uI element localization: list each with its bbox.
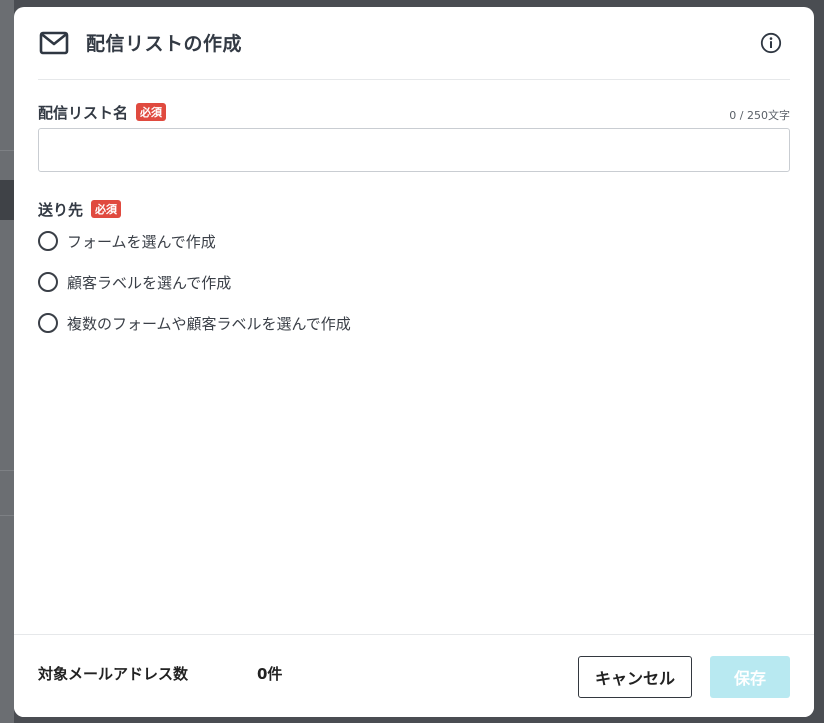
- list-name-label: 配信リスト名 必須: [38, 102, 167, 123]
- mail-icon: [39, 31, 69, 55]
- cancel-button[interactable]: キャンセル: [578, 656, 692, 698]
- background-divider: [0, 150, 14, 151]
- radio-label: 顧客ラベルを選んで作成: [67, 273, 232, 292]
- radio-option-form[interactable]: フォームを選んで作成: [38, 228, 216, 254]
- background-divider: [0, 515, 14, 516]
- character-counter: 0 / 250文字: [729, 109, 790, 122]
- target-email-count-label: 対象メールアドレス数: [38, 665, 189, 683]
- background-page: [0, 0, 14, 723]
- destination-label-text: 送り先: [38, 201, 84, 219]
- modal-footer: 対象メールアドレス数 0件 キャンセル 保存: [14, 634, 814, 717]
- radio-circle-icon[interactable]: [38, 313, 58, 333]
- required-badge: 必須: [91, 200, 122, 218]
- list-name-input[interactable]: [38, 128, 790, 172]
- list-name-label-text: 配信リスト名: [38, 104, 129, 122]
- radio-option-customer-label[interactable]: 顧客ラベルを選んで作成: [38, 269, 231, 295]
- required-badge: 必須: [136, 103, 167, 121]
- radio-circle-icon[interactable]: [38, 231, 58, 251]
- info-icon[interactable]: [760, 32, 782, 54]
- background-divider: [0, 470, 14, 471]
- save-button[interactable]: 保存: [710, 656, 790, 698]
- create-list-modal: 配信リストの作成 配信リスト名 必須 0 / 250文字 送り先 必須 フォームを選…: [14, 7, 814, 717]
- modal-header: 配信リストの作成: [38, 7, 790, 80]
- destination-label: 送り先 必須: [38, 199, 122, 220]
- modal-title: 配信リストの作成: [86, 33, 243, 55]
- radio-circle-icon[interactable]: [38, 272, 58, 292]
- radio-label: 複数のフォームや顧客ラベルを選んで作成: [67, 314, 351, 333]
- target-email-count-value: 0件: [257, 665, 283, 683]
- radio-option-multiple[interactable]: 複数のフォームや顧客ラベルを選んで作成: [38, 310, 351, 336]
- background-bar: [0, 180, 14, 220]
- radio-label: フォームを選んで作成: [67, 232, 216, 251]
